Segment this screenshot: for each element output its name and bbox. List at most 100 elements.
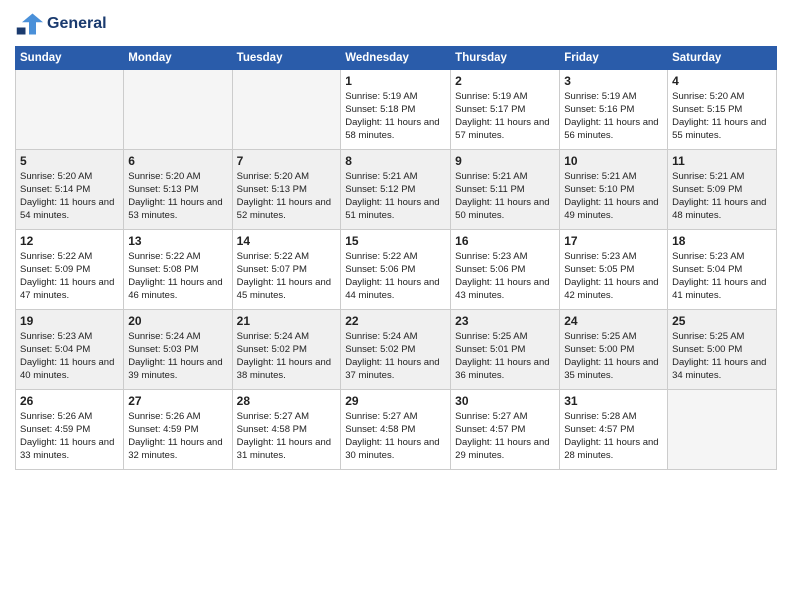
day-number: 30 — [455, 393, 555, 409]
calendar-day-cell: 8Sunrise: 5:21 AMSunset: 5:12 PMDaylight… — [341, 150, 451, 230]
calendar-header-row: SundayMondayTuesdayWednesdayThursdayFrid… — [16, 47, 777, 70]
day-info-line: Sunrise: 5:25 AM — [564, 331, 663, 344]
weekday-header: Monday — [124, 47, 232, 70]
day-number: 5 — [20, 153, 119, 169]
day-info-line: Sunset: 5:02 PM — [345, 344, 446, 357]
day-info-line: Sunrise: 5:20 AM — [128, 171, 227, 184]
calendar-day-cell — [232, 70, 341, 150]
day-number: 19 — [20, 313, 119, 329]
calendar-day-cell: 3Sunrise: 5:19 AMSunset: 5:16 PMDaylight… — [560, 70, 668, 150]
calendar-week-row: 5Sunrise: 5:20 AMSunset: 5:14 PMDaylight… — [16, 150, 777, 230]
day-info-line: Daylight: 11 hours and 42 minutes. — [564, 277, 663, 303]
day-info-line: Daylight: 11 hours and 34 minutes. — [672, 357, 772, 383]
day-number: 2 — [455, 73, 555, 89]
day-info-line: Daylight: 11 hours and 47 minutes. — [20, 277, 119, 303]
day-info-line: Daylight: 11 hours and 40 minutes. — [20, 357, 119, 383]
calendar-day-cell: 22Sunrise: 5:24 AMSunset: 5:02 PMDayligh… — [341, 310, 451, 390]
calendar-day-cell: 4Sunrise: 5:20 AMSunset: 5:15 PMDaylight… — [668, 70, 777, 150]
day-info-line: Sunrise: 5:22 AM — [20, 251, 119, 264]
day-info-line: Sunrise: 5:19 AM — [455, 91, 555, 104]
day-info-line: Sunset: 5:04 PM — [20, 344, 119, 357]
day-number: 22 — [345, 313, 446, 329]
calendar-day-cell: 14Sunrise: 5:22 AMSunset: 5:07 PMDayligh… — [232, 230, 341, 310]
day-number: 12 — [20, 233, 119, 249]
day-info-line: Sunrise: 5:26 AM — [128, 411, 227, 424]
day-info-line: Sunset: 5:06 PM — [345, 264, 446, 277]
page: General SundayMondayTuesdayWednesdayThur… — [0, 0, 792, 612]
weekday-header: Sunday — [16, 47, 124, 70]
calendar-day-cell: 20Sunrise: 5:24 AMSunset: 5:03 PMDayligh… — [124, 310, 232, 390]
day-info-line: Sunrise: 5:25 AM — [455, 331, 555, 344]
day-info-line: Daylight: 11 hours and 30 minutes. — [345, 437, 446, 463]
day-info-line: Daylight: 11 hours and 43 minutes. — [455, 277, 555, 303]
weekday-header: Saturday — [668, 47, 777, 70]
day-info-line: Daylight: 11 hours and 45 minutes. — [237, 277, 337, 303]
day-number: 4 — [672, 73, 772, 89]
day-info-line: Sunset: 5:13 PM — [237, 184, 337, 197]
day-number: 6 — [128, 153, 227, 169]
day-info-line: Daylight: 11 hours and 53 minutes. — [128, 197, 227, 223]
calendar-day-cell — [16, 70, 124, 150]
day-info-line: Daylight: 11 hours and 28 minutes. — [564, 437, 663, 463]
header: General — [15, 10, 777, 38]
day-info-line: Daylight: 11 hours and 36 minutes. — [455, 357, 555, 383]
day-info-line: Daylight: 11 hours and 52 minutes. — [237, 197, 337, 223]
day-number: 3 — [564, 73, 663, 89]
day-info-line: Sunset: 5:03 PM — [128, 344, 227, 357]
day-info-line: Sunset: 5:13 PM — [128, 184, 227, 197]
day-info-line: Daylight: 11 hours and 57 minutes. — [455, 117, 555, 143]
calendar-week-row: 12Sunrise: 5:22 AMSunset: 5:09 PMDayligh… — [16, 230, 777, 310]
day-info-line: Daylight: 11 hours and 54 minutes. — [20, 197, 119, 223]
calendar-day-cell: 24Sunrise: 5:25 AMSunset: 5:00 PMDayligh… — [560, 310, 668, 390]
day-info-line: Sunrise: 5:23 AM — [672, 251, 772, 264]
day-info-line: Sunrise: 5:22 AM — [128, 251, 227, 264]
day-info-line: Sunset: 4:58 PM — [237, 424, 337, 437]
day-info-line: Daylight: 11 hours and 38 minutes. — [237, 357, 337, 383]
calendar-day-cell: 25Sunrise: 5:25 AMSunset: 5:00 PMDayligh… — [668, 310, 777, 390]
calendar-day-cell: 21Sunrise: 5:24 AMSunset: 5:02 PMDayligh… — [232, 310, 341, 390]
day-number: 18 — [672, 233, 772, 249]
day-info-line: Sunset: 5:16 PM — [564, 104, 663, 117]
day-info-line: Daylight: 11 hours and 51 minutes. — [345, 197, 446, 223]
day-info-line: Sunrise: 5:21 AM — [672, 171, 772, 184]
day-info-line: Sunrise: 5:28 AM — [564, 411, 663, 424]
day-info-line: Sunrise: 5:24 AM — [237, 331, 337, 344]
day-info-line: Sunset: 5:00 PM — [564, 344, 663, 357]
calendar-day-cell: 26Sunrise: 5:26 AMSunset: 4:59 PMDayligh… — [16, 390, 124, 470]
day-info-line: Daylight: 11 hours and 49 minutes. — [564, 197, 663, 223]
day-info-line: Sunset: 5:07 PM — [237, 264, 337, 277]
day-number: 1 — [345, 73, 446, 89]
day-info-line: Sunset: 5:15 PM — [672, 104, 772, 117]
day-number: 21 — [237, 313, 337, 329]
day-info-line: Daylight: 11 hours and 44 minutes. — [345, 277, 446, 303]
calendar-day-cell: 29Sunrise: 5:27 AMSunset: 4:58 PMDayligh… — [341, 390, 451, 470]
calendar-day-cell: 5Sunrise: 5:20 AMSunset: 5:14 PMDaylight… — [16, 150, 124, 230]
day-info-line: Sunrise: 5:22 AM — [345, 251, 446, 264]
day-number: 29 — [345, 393, 446, 409]
day-info-line: Sunrise: 5:23 AM — [455, 251, 555, 264]
calendar-day-cell: 10Sunrise: 5:21 AMSunset: 5:10 PMDayligh… — [560, 150, 668, 230]
day-number: 15 — [345, 233, 446, 249]
day-info-line: Sunset: 5:10 PM — [564, 184, 663, 197]
day-info-line: Daylight: 11 hours and 48 minutes. — [672, 197, 772, 223]
day-number: 11 — [672, 153, 772, 169]
calendar-week-row: 26Sunrise: 5:26 AMSunset: 4:59 PMDayligh… — [16, 390, 777, 470]
logo: General — [15, 10, 107, 38]
day-number: 31 — [564, 393, 663, 409]
day-number: 26 — [20, 393, 119, 409]
day-number: 7 — [237, 153, 337, 169]
day-info-line: Daylight: 11 hours and 41 minutes. — [672, 277, 772, 303]
day-info-line: Sunset: 5:14 PM — [20, 184, 119, 197]
calendar-day-cell: 28Sunrise: 5:27 AMSunset: 4:58 PMDayligh… — [232, 390, 341, 470]
calendar-day-cell: 18Sunrise: 5:23 AMSunset: 5:04 PMDayligh… — [668, 230, 777, 310]
logo-icon — [15, 10, 43, 38]
day-number: 9 — [455, 153, 555, 169]
day-number: 20 — [128, 313, 227, 329]
calendar-table: SundayMondayTuesdayWednesdayThursdayFrid… — [15, 46, 777, 470]
calendar-day-cell: 19 Sunrise: 5:23 AMSunset: 5:04 PMDayligh… — [16, 310, 124, 390]
weekday-header: Tuesday — [232, 47, 341, 70]
day-info-line: Sunrise: 5:23 AM — [20, 331, 119, 344]
day-info-line: Sunset: 5:08 PM — [128, 264, 227, 277]
day-info-line: Sunrise: 5:23 AM — [564, 251, 663, 264]
calendar-day-cell: 12Sunrise: 5:22 AMSunset: 5:09 PMDayligh… — [16, 230, 124, 310]
